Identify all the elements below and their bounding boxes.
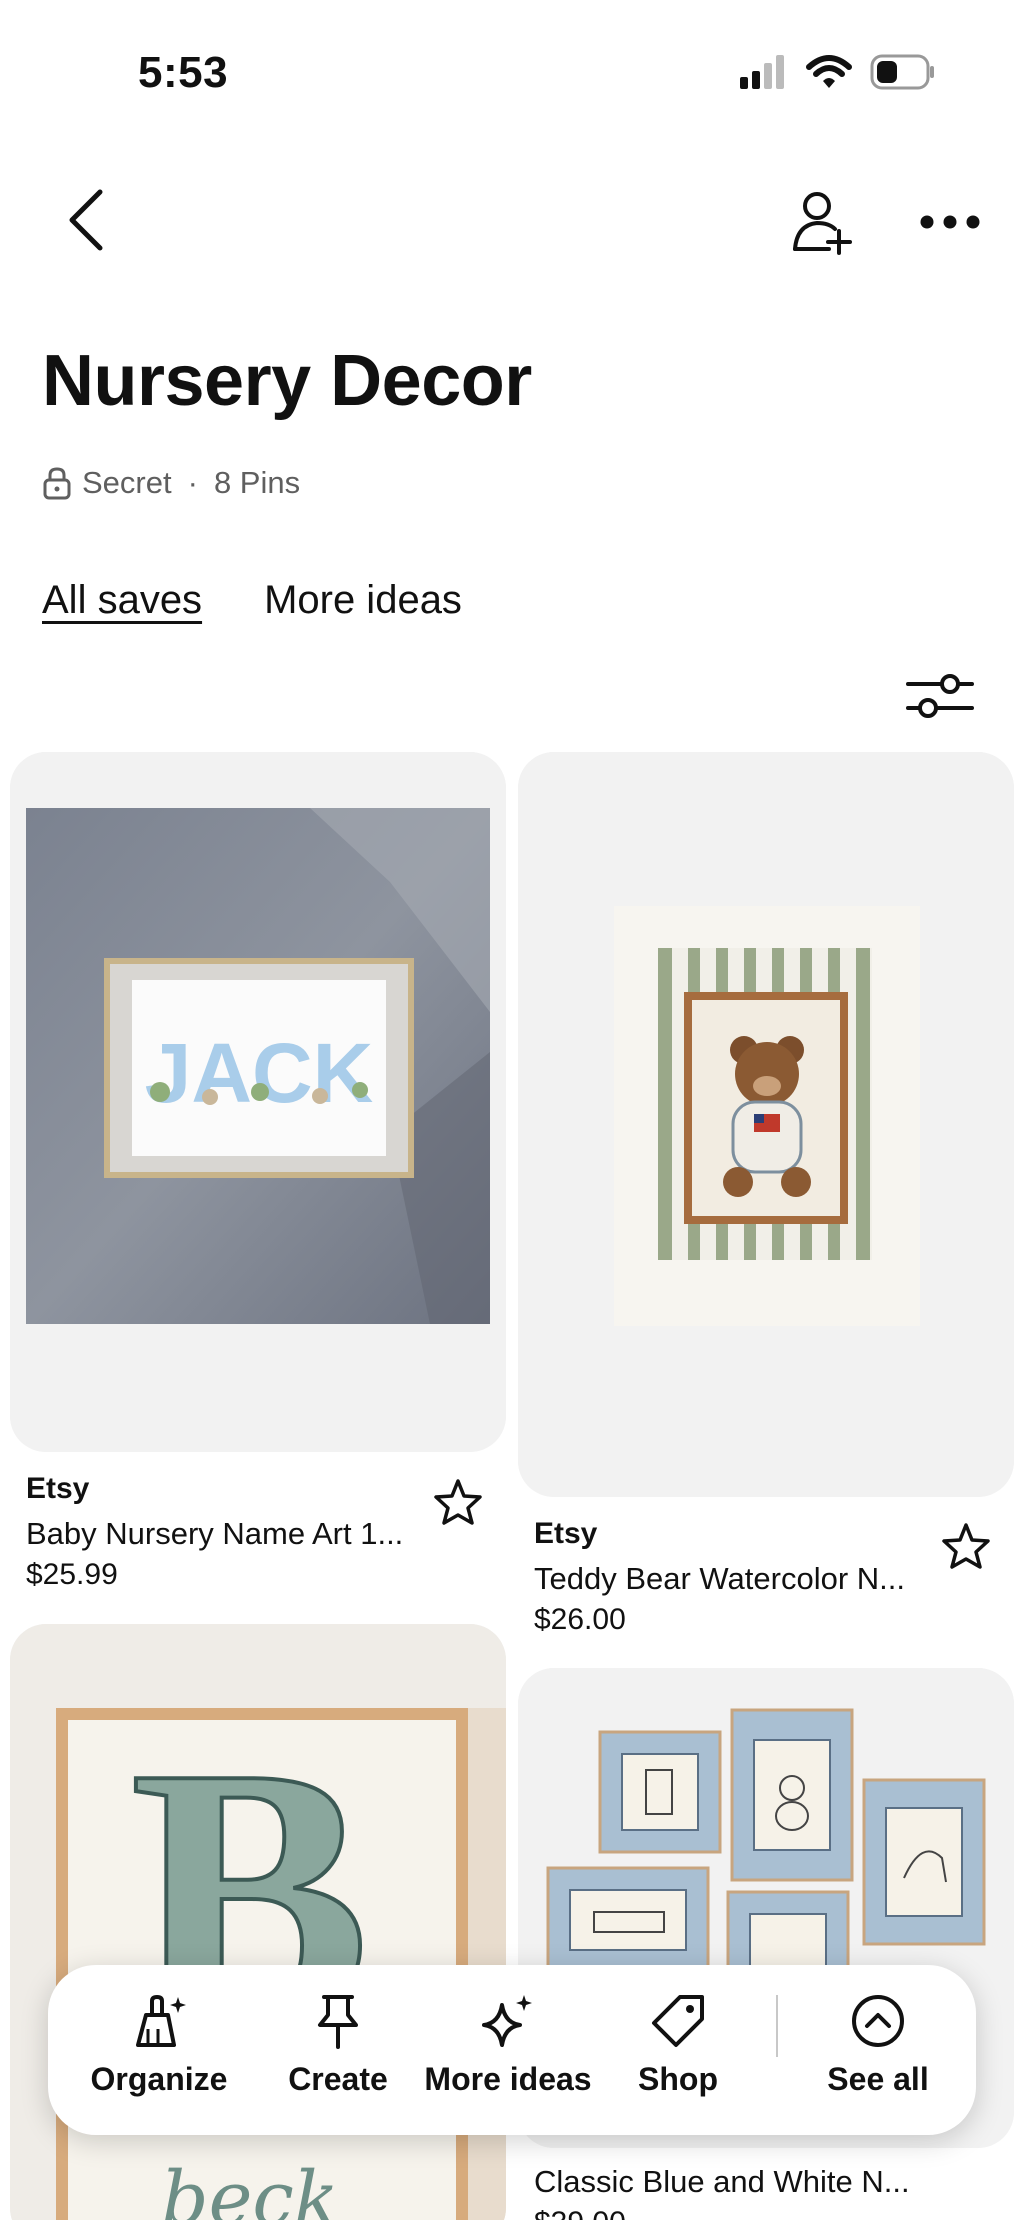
pin-title: Classic Blue and White N... [534, 2164, 910, 2199]
battery-icon [870, 54, 936, 95]
action-bar-divider [776, 1995, 778, 2057]
shop-button[interactable]: Shop [618, 1993, 738, 2098]
framed-name-art-image: JACK [10, 752, 506, 1452]
pin-card[interactable]: JACK Etsy Baby Nursery Name Art 1... $25… [10, 752, 506, 1592]
pin-count: 8 Pins [213, 465, 301, 500]
status-bar: 5:53 [0, 0, 1024, 150]
tag-icon [652, 1995, 704, 2047]
create-button[interactable]: Create [268, 1993, 408, 2098]
favorite-button[interactable] [430, 1474, 486, 1530]
chevron-up-circle-icon [852, 1995, 904, 2047]
pin-image[interactable] [518, 752, 1014, 1497]
filter-button[interactable] [900, 660, 980, 730]
pushpin-icon [318, 1995, 358, 2049]
pin-price: $39.00 [534, 2206, 1014, 2220]
more-ideas-label: More ideas [424, 2061, 592, 2097]
pin-image[interactable]: JACK [10, 752, 506, 1452]
teddy-bear-print-image [518, 752, 1014, 1497]
invite-collaborator-button[interactable] [782, 182, 862, 262]
pin-title: Baby Nursery Name Art 1... [26, 1516, 404, 1551]
lock-icon [43, 467, 71, 500]
script-name-text: beck [161, 2156, 338, 2220]
see-all-button[interactable]: See all [808, 1993, 948, 2098]
organize-label: Organize [90, 2061, 228, 2097]
tab-more-ideas[interactable]: More ideas [264, 578, 462, 631]
wifi-icon [806, 55, 852, 94]
pin-price: $25.99 [26, 1558, 118, 1591]
more-ideas-button[interactable]: More ideas [418, 1993, 598, 2098]
board-action-bar: Organize Create More ideas Shop See all [48, 1965, 976, 2135]
chevron-left-icon [69, 189, 103, 251]
favorite-button[interactable] [938, 1518, 994, 1574]
pin-card[interactable]: Etsy Teddy Bear Watercolor N... $26.00 [518, 752, 1014, 1637]
pin-card[interactable]: Classic Blue and White N... $39.00 [518, 1668, 1014, 2220]
person-add-icon [793, 192, 852, 255]
shop-label: Shop [638, 2061, 718, 2097]
sparkle-icon [482, 1995, 532, 2047]
star-outline-icon [434, 1479, 482, 1525]
back-button[interactable] [46, 180, 126, 260]
board-meta: Secret · 8 Pins [42, 465, 300, 501]
status-time: 5:53 [138, 48, 229, 97]
pin-title: Teddy Bear Watercolor N... [534, 1561, 905, 1596]
board-title: Nursery Decor [42, 341, 532, 421]
name-art-text: JACK [145, 1026, 374, 1120]
board-tabs: All saves More ideas [42, 578, 462, 631]
more-options-button[interactable] [910, 182, 990, 262]
meta-separator: · [187, 465, 198, 500]
status-icons [740, 54, 936, 95]
cellular-signal-icon [740, 55, 788, 94]
create-label: Create [288, 2061, 388, 2097]
broom-sparkle-icon [136, 1994, 186, 2047]
tab-all-saves[interactable]: All saves [42, 578, 202, 631]
top-navigation [0, 180, 1024, 260]
see-all-label: See all [827, 2061, 929, 2097]
pin-price: $26.00 [534, 1603, 626, 1636]
organize-button[interactable]: Organize [84, 1993, 234, 2098]
star-outline-icon [942, 1523, 990, 1569]
sliders-icon [906, 674, 974, 718]
ellipsis-icon [920, 215, 980, 229]
privacy-label: Secret [82, 465, 172, 500]
